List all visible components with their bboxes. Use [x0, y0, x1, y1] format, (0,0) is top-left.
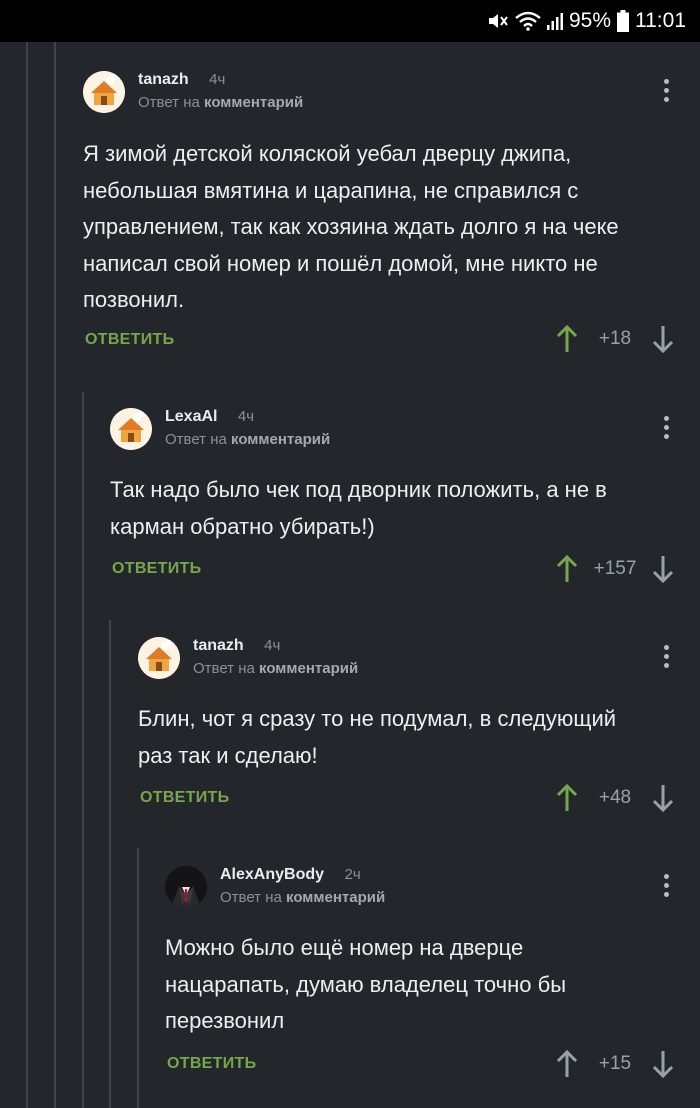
mute-icon	[487, 11, 509, 31]
comment-line: управлением, так как хозяина ждать долго…	[83, 214, 619, 239]
battery-icon	[617, 10, 629, 32]
comment: AlexAnyBody 2ч Ответ на комментарий Можн…	[165, 866, 700, 1096]
reply-target-link[interactable]: комментарий	[259, 660, 358, 677]
upvote-arrow-icon[interactable]	[555, 1049, 579, 1079]
comment-line: нацарапать, думаю владелец точно бы	[165, 971, 567, 997]
wifi-icon	[515, 11, 541, 31]
downvote-arrow-icon[interactable]	[651, 783, 675, 813]
vote-controls: +48	[555, 783, 675, 813]
clock: 11:01	[635, 9, 686, 32]
comment-line: Я зимой детской коляской уебал дверцу дж…	[83, 141, 572, 166]
comment-meta: tanazh 4ч Ответ на комментарий	[138, 71, 303, 111]
reply-target-link[interactable]: комментарий	[286, 889, 385, 906]
thread-line	[109, 620, 111, 1108]
more-options-icon[interactable]	[664, 416, 670, 443]
upvote-arrow-icon[interactable]	[555, 554, 579, 584]
comment-text: Так надо было чек под дворник положить, …	[110, 472, 676, 545]
suit-man-avatar[interactable]	[165, 866, 207, 908]
comment-meta: AlexAnyBody 2ч Ответ на комментарий	[220, 866, 385, 906]
vote-controls: +15	[555, 1049, 675, 1079]
comment-line: раз так и сделаю!	[138, 742, 318, 768]
thread-line	[82, 392, 84, 1108]
vote-controls: +18	[555, 324, 675, 354]
reply-prefix: Ответ на	[220, 889, 282, 906]
downvote-arrow-icon[interactable]	[651, 1049, 675, 1079]
reply-button[interactable]: ОТВЕТИТЬ	[140, 789, 229, 807]
upvote-arrow-icon[interactable]	[555, 783, 579, 813]
signal-icon	[546, 11, 563, 31]
comment-text: Я зимой детской коляской уебал дверцу дж…	[83, 136, 676, 319]
comment-line: Так надо было чек под дворник положить, …	[110, 477, 607, 502]
author-name[interactable]: tanazh	[138, 71, 189, 88]
reply-target-link[interactable]: комментарий	[204, 94, 303, 111]
reply-button[interactable]: ОТВЕТИТЬ	[85, 331, 174, 349]
author-name[interactable]: LexaAl	[165, 408, 217, 425]
comment-line: перезвонил	[165, 1008, 285, 1033]
comment-time: 4ч	[264, 637, 281, 654]
downvote-arrow-icon[interactable]	[651, 554, 675, 584]
reply-prefix: Ответ на	[138, 94, 200, 111]
more-options-icon[interactable]	[664, 79, 670, 106]
comment-line: небольшая вмятина и царапина, не справил…	[83, 177, 579, 203]
cartoon-house-avatar[interactable]	[110, 408, 152, 450]
reply-button[interactable]: ОТВЕТИТЬ	[167, 1055, 256, 1073]
author-name[interactable]: AlexAnyBody	[220, 866, 324, 883]
comment-time: 4ч	[237, 408, 255, 425]
comment: tanazh 4ч Ответ на комментарий Блин, чот…	[138, 637, 700, 817]
battery-percent: 95%	[568, 9, 611, 32]
thread-line	[137, 848, 139, 1108]
reply-to: Ответ на комментарий	[165, 431, 330, 448]
reply-prefix: Ответ на	[193, 660, 255, 677]
comment: tanazh 4ч Ответ на комментарий Я зимой д…	[83, 71, 700, 361]
more-options-icon[interactable]	[664, 645, 670, 672]
comment: LexaAl 4ч Ответ на комментарий Так надо …	[110, 408, 700, 588]
comment-line: карман обратно убирать!)	[110, 513, 375, 539]
cartoon-house-avatar[interactable]	[83, 71, 125, 113]
comment-line: написал свой номер и пошёл домой, мне ни…	[83, 250, 598, 276]
comment-text: Блин, чот я сразу то не подумал, в следу…	[138, 701, 676, 774]
reply-to: Ответ на комментарий	[220, 889, 385, 906]
status-bar: 95% 11:01	[0, 0, 700, 42]
comment-line: Блин, чот я сразу то не подумал, в следу…	[138, 706, 617, 731]
thread-line	[26, 42, 28, 1108]
vote-controls: +157	[555, 554, 675, 584]
comment-meta: LexaAl 4ч Ответ на комментарий	[165, 408, 330, 448]
comment-line: Можно было ещё номер на дверце	[165, 935, 524, 960]
comment-time: 2ч	[344, 866, 361, 883]
comment-score: +48	[598, 787, 632, 808]
reply-button[interactable]: ОТВЕТИТЬ	[112, 560, 201, 578]
more-options-icon[interactable]	[664, 874, 670, 901]
downvote-arrow-icon[interactable]	[651, 324, 675, 354]
comment-score: +157	[593, 558, 637, 579]
author-name[interactable]: tanazh	[193, 637, 244, 654]
cartoon-house-avatar[interactable]	[138, 637, 180, 679]
reply-to: Ответ на комментарий	[138, 94, 303, 111]
reply-prefix: Ответ на	[165, 431, 227, 448]
comment-time: 4ч	[209, 71, 226, 88]
comment-meta: tanazh 4ч Ответ на комментарий	[193, 637, 358, 677]
thread-line	[54, 42, 56, 1108]
reply-to: Ответ на комментарий	[193, 660, 358, 677]
comment-text: Можно было ещё номер на дверце нацарапат…	[165, 930, 676, 1040]
comment-score: +15	[598, 1053, 632, 1074]
comment-score: +18	[598, 328, 632, 349]
upvote-arrow-icon[interactable]	[555, 324, 579, 354]
reply-target-link[interactable]: комментарий	[231, 431, 330, 448]
comment-line: позвонил.	[83, 287, 185, 312]
